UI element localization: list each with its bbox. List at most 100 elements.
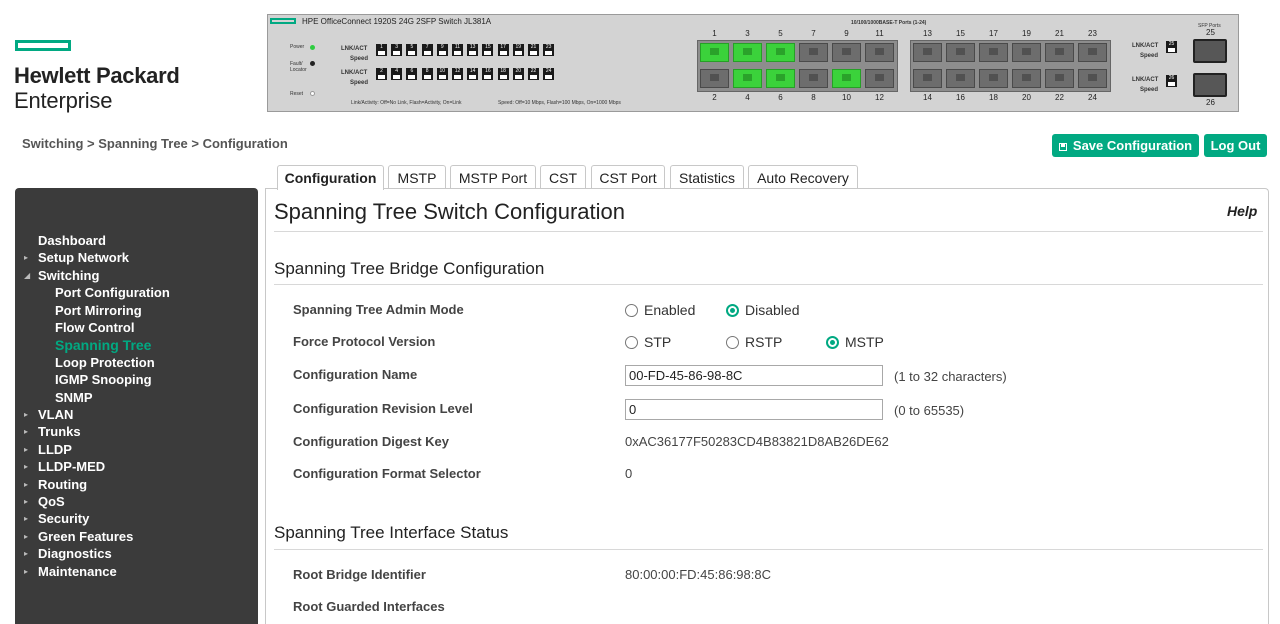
port-number-10: 10	[842, 93, 851, 102]
port-number-1: 1	[712, 29, 717, 38]
sidebar-item-routing[interactable]: ▸ Routing	[24, 477, 87, 492]
port-led-8: 8	[421, 68, 433, 80]
port-number-13: 13	[923, 29, 932, 38]
expand-arrow-icon: ▸	[24, 427, 29, 437]
port-led-20: 20	[512, 68, 524, 80]
breadcrumb: Switching > Spanning Tree > Configuratio…	[22, 136, 288, 151]
port-number-8: 8	[811, 93, 816, 102]
interface-section-divider	[274, 549, 1263, 550]
faceplate-ports-header: 10/100/1000BASE-T Ports (1-24)	[851, 20, 927, 26]
port-number-6: 6	[778, 93, 783, 102]
port-led-11: 11	[452, 44, 463, 56]
sidebar-item-maintenance[interactable]: ▸ Maintenance	[24, 564, 117, 579]
sidebar-item-green-features[interactable]: ▸ Green Features	[24, 529, 133, 544]
ethernet-port-13	[913, 43, 942, 62]
port-number-2: 2	[712, 93, 717, 102]
protocol-stp-radio[interactable]: STP	[625, 334, 671, 350]
sidebar-item-lldp[interactable]: ▸ LLDP	[24, 442, 72, 457]
revision-level-input[interactable]	[625, 399, 883, 420]
port-number-17: 17	[989, 29, 998, 38]
port-led-14: 14	[467, 68, 479, 80]
ethernet-port-11	[865, 43, 894, 62]
sidebar-item-label: Port Mirroring	[55, 302, 142, 318]
port-number-24: 24	[1088, 93, 1097, 102]
sidebar-item-label: Setup Network	[38, 250, 130, 266]
sidebar-item-lldp-med[interactable]: ▸ LLDP-MED	[24, 459, 106, 475]
port-led-16: 16	[482, 68, 494, 80]
ethernet-port-4	[733, 69, 762, 88]
tab-auto-recovery[interactable]: Auto Recovery	[748, 165, 858, 189]
ethernet-port-18	[979, 69, 1008, 88]
tab-statistics[interactable]: Statistics	[670, 165, 744, 189]
expand-arrow-icon: ▸	[24, 531, 29, 541]
tab-mstp-port[interactable]: MSTP Port	[450, 165, 536, 189]
tab-cst-port[interactable]: CST Port	[591, 165, 665, 189]
ethernet-port-2	[700, 69, 729, 88]
sidebar-item-security[interactable]: ▸ Security	[24, 511, 89, 526]
root-guarded-label: Root Guarded Interfaces	[293, 599, 445, 614]
port-number-4: 4	[745, 93, 750, 102]
sidebar-item-qos[interactable]: ▸ QoS	[24, 494, 65, 509]
save-configuration-button[interactable]: Save Configuration	[1052, 134, 1199, 157]
port-number-18: 18	[989, 93, 998, 102]
port-led-18: 18	[497, 68, 509, 80]
fault-led-icon	[310, 61, 315, 66]
sidebar-item-label: LLDP-MED	[38, 459, 106, 475]
help-link[interactable]: Help	[1227, 203, 1257, 219]
admin-mode-enabled-radio[interactable]: Enabled	[625, 302, 695, 318]
port-number-16: 16	[956, 93, 965, 102]
tab-cst[interactable]: CST	[540, 165, 586, 189]
ethernet-port-14	[913, 69, 942, 88]
sidebar-item-dashboard[interactable]: Dashboard	[38, 233, 106, 248]
sidebar-item-spanning-tree[interactable]: Spanning Tree	[55, 337, 151, 353]
port-number-9: 9	[844, 29, 849, 38]
port-led-19: 19	[512, 44, 524, 56]
ethernet-port-16	[946, 69, 975, 88]
sidebar-item-vlan[interactable]: ▸ VLAN	[24, 407, 73, 422]
tab-mstp[interactable]: MSTP	[388, 165, 446, 189]
sidebar-item-igmp-snooping[interactable]: IGMP Snooping	[55, 372, 152, 387]
port-led-6: 6	[406, 68, 418, 80]
page-title: Spanning Tree Switch Configuration	[274, 199, 625, 224]
port-led-24: 24	[543, 68, 555, 80]
config-name-hint: (1 to 32 characters)	[894, 369, 1007, 384]
sidebar-item-setup-network[interactable]: ▸ Setup Network	[24, 250, 130, 266]
sidebar-item-diagnostics[interactable]: ▸ Diagnostics	[24, 546, 112, 561]
sidebar-item-port-mirroring[interactable]: Port Mirroring	[55, 303, 142, 318]
ethernet-port-3	[733, 43, 762, 62]
sidebar-item-trunks[interactable]: ▸ Trunks	[24, 424, 81, 439]
expand-arrow-icon: ▸	[24, 462, 29, 472]
admin-mode-disabled-radio[interactable]: Disabled	[726, 302, 799, 318]
config-name-input[interactable]	[625, 365, 883, 386]
sidebar-item-switching[interactable]: ◢ Switching	[24, 268, 99, 283]
port-led-1: 1	[376, 44, 387, 56]
speed-label-top: Speed	[350, 56, 369, 62]
lnk-act-label-bottom: LNK/ACT	[341, 70, 368, 76]
ethernet-port-17	[979, 43, 1008, 62]
expand-arrow-icon: ▸	[24, 514, 29, 524]
protocol-mstp-radio[interactable]: MSTP	[826, 334, 884, 350]
expand-arrow-icon: ▸	[24, 444, 29, 454]
sidebar-item-loop-protection[interactable]: Loop Protection	[55, 355, 155, 370]
protocol-rstp-radio[interactable]: RSTP	[726, 334, 782, 350]
expand-arrow-icon: ▸	[24, 253, 29, 263]
radio-icon	[726, 335, 739, 349]
port-led-23: 23	[543, 44, 555, 56]
sidebar-item-flow-control[interactable]: Flow Control	[55, 320, 134, 335]
sidebar-item-snmp[interactable]: SNMP	[55, 390, 93, 405]
radio-label: RSTP	[745, 334, 783, 350]
port-number-11: 11	[875, 29, 884, 38]
ethernet-port-7	[799, 43, 828, 62]
port-number-19: 19	[1022, 29, 1031, 38]
port-led-13: 13	[467, 44, 479, 56]
radio-selected-icon	[826, 335, 839, 349]
reset-button-icon	[310, 91, 315, 96]
sidebar-item-label: Flow Control	[55, 320, 135, 335]
bridge-section-divider	[274, 284, 1263, 285]
tab-configuration[interactable]: Configuration	[277, 165, 384, 190]
ethernet-port-1	[700, 43, 729, 62]
sidebar-item-port-configuration[interactable]: Port Configuration	[55, 285, 170, 300]
ethernet-port-22	[1045, 69, 1074, 88]
sidebar-item-label: IGMP Snooping	[55, 372, 152, 388]
logout-button[interactable]: Log Out	[1204, 134, 1267, 157]
